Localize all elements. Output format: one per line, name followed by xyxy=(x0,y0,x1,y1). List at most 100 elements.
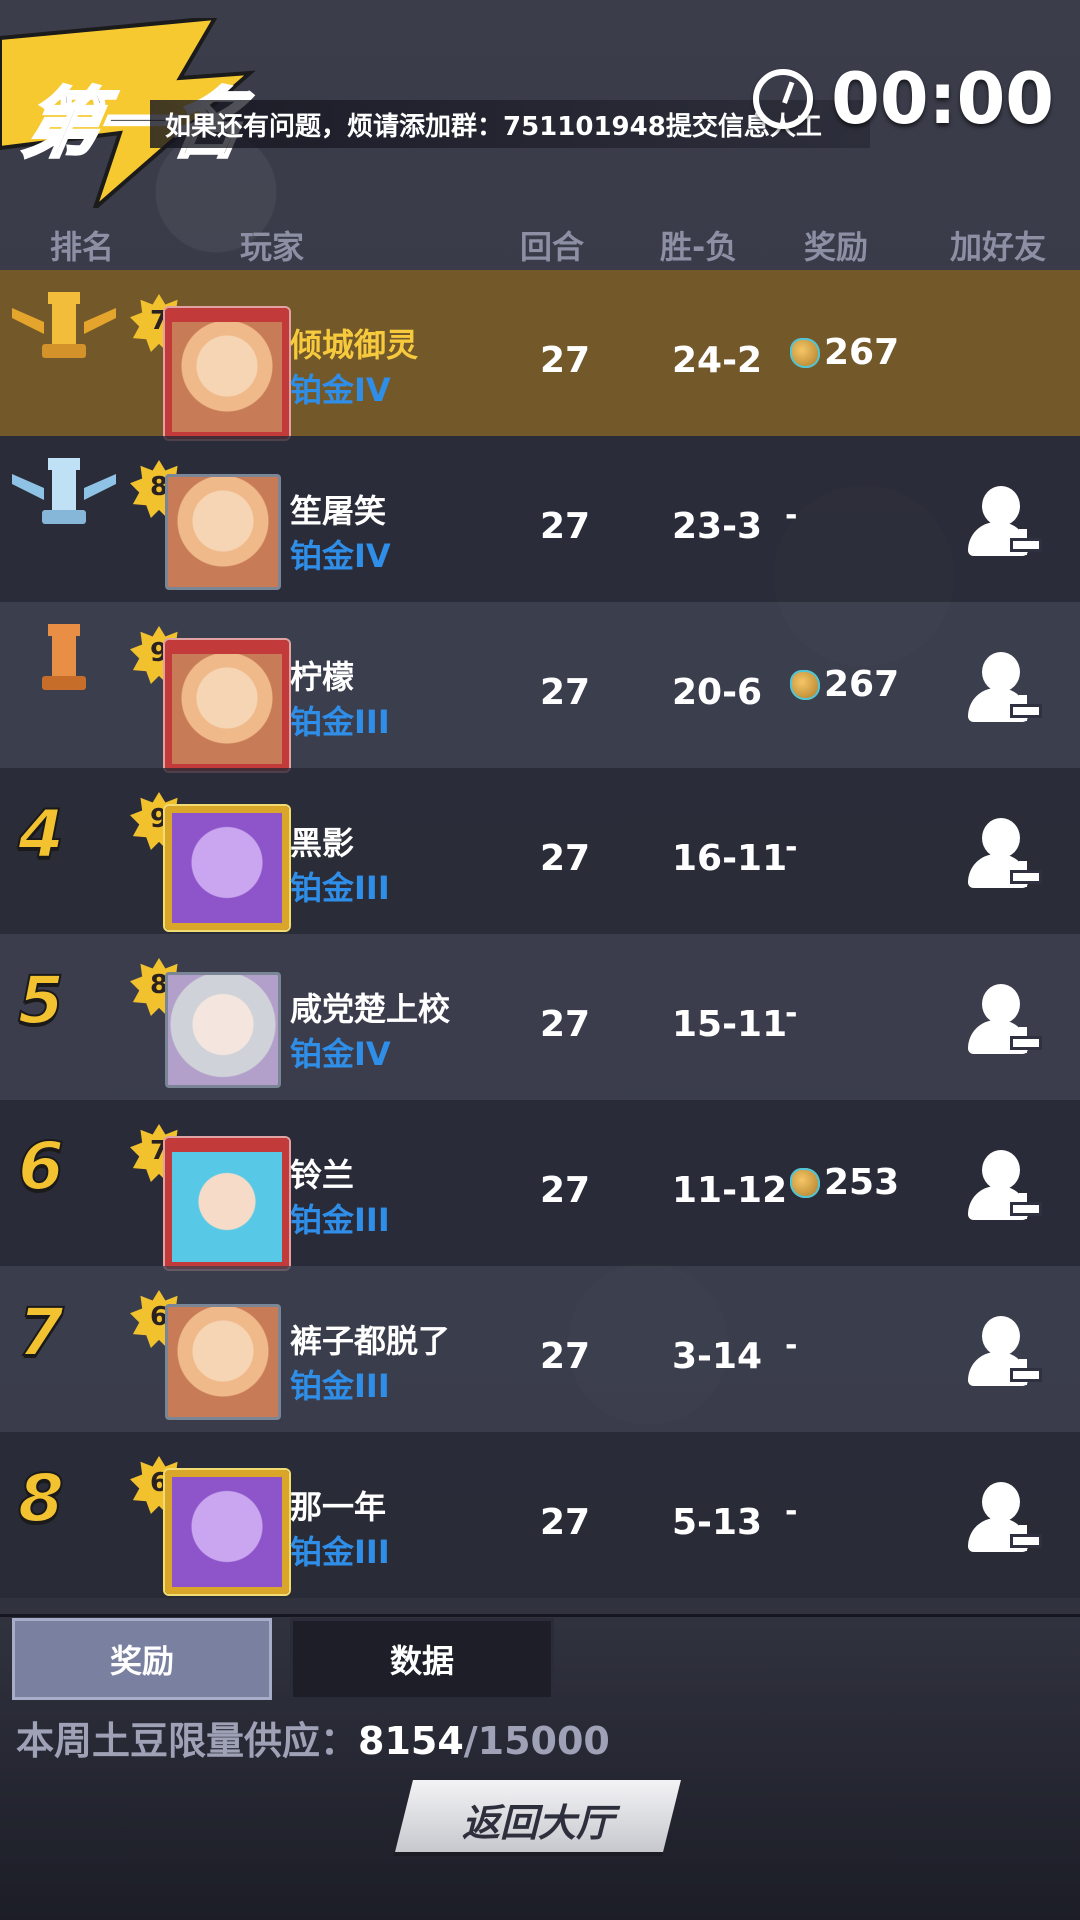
rank-number: 5 xyxy=(17,961,65,1040)
player-tier: 铂金III xyxy=(290,1533,390,1571)
reward-value: 267 xyxy=(824,664,900,705)
player-tier: 铂金IV xyxy=(290,1035,391,1073)
column-header-player: 玩家 xyxy=(240,228,305,266)
leaderboard-row: 5 8 咸党楚上校 铂金IV 27 15-11 - xyxy=(0,934,1080,1100)
timer-text: 00:00 xyxy=(831,58,1054,140)
leaderboard-row: 7 倾城御灵 铂金IV 27 24-2 267 xyxy=(0,270,1080,439)
win-loss-value: 11-12 xyxy=(672,1170,788,1211)
win-loss-value: 3-14 xyxy=(672,1336,763,1377)
reward-value: - xyxy=(785,1494,798,1529)
player-tier: 铂金III xyxy=(290,869,390,907)
player-name: 笙屠笑 xyxy=(290,492,387,530)
add-friend-button[interactable] xyxy=(968,486,1042,558)
avatar[interactable] xyxy=(165,1138,289,1269)
avatar[interactable] xyxy=(165,1304,281,1420)
add-friend-icon xyxy=(982,1482,1020,1522)
add-friend-button[interactable] xyxy=(968,1316,1042,1388)
win-loss-value: 15-11 xyxy=(672,1004,788,1045)
supply-current: 8154 xyxy=(358,1719,464,1763)
add-friend-icon xyxy=(982,984,1020,1024)
player-name: 黑影 xyxy=(290,824,355,862)
reward-value: 267 xyxy=(824,332,900,373)
column-header-win-loss: 胜-负 xyxy=(660,228,738,266)
avatar[interactable] xyxy=(165,640,289,771)
add-friend-button[interactable] xyxy=(968,984,1042,1056)
win-loss-value: 24-2 xyxy=(672,340,763,381)
player-name: 柠檬 xyxy=(290,658,355,696)
potato-icon xyxy=(790,669,820,700)
reward-value: - xyxy=(785,1328,798,1363)
player-tier: 铂金IV xyxy=(290,537,391,575)
player-name: 裤子都脱了 xyxy=(290,1322,451,1360)
reward-value: - xyxy=(785,498,798,533)
player-tier: 铂金III xyxy=(290,703,390,741)
tab-data[interactable]: 数据 xyxy=(290,1618,554,1700)
rounds-value: 27 xyxy=(540,340,591,381)
column-header-rounds: 回合 xyxy=(520,228,585,266)
silver-rook-icon xyxy=(12,458,116,524)
leaderboard-row: 4 9 黑影 铂金III 27 16-11 - xyxy=(0,768,1080,934)
rank-number: 4 xyxy=(17,795,65,874)
potato-supply: 本周土豆限量供应：8154/15000 xyxy=(16,1710,610,1765)
timer: 00:00 xyxy=(753,58,1054,140)
add-friend-button[interactable] xyxy=(968,818,1042,890)
player-name: 倾城御灵 xyxy=(290,326,419,364)
rounds-value: 27 xyxy=(540,1004,591,1045)
reward-value: 253 xyxy=(824,1162,900,1203)
add-friend-button[interactable] xyxy=(968,1150,1042,1222)
win-loss-value: 20-6 xyxy=(672,672,763,713)
add-friend-button[interactable] xyxy=(968,1482,1042,1554)
divider xyxy=(0,1614,1080,1617)
rank-number: 6 xyxy=(17,1127,65,1206)
leaderboard-row: 8 6 那一年 铂金III 27 5-13 - xyxy=(0,1432,1080,1598)
reward-cell: 253 xyxy=(790,1162,899,1203)
rounds-value: 27 xyxy=(540,838,591,879)
clock-icon xyxy=(753,69,814,129)
leaderboard-row: 7 6 裤子都脱了 铂金III 27 3-14 - xyxy=(0,1266,1080,1432)
reward-value: - xyxy=(785,996,798,1031)
add-friend-icon xyxy=(982,486,1020,526)
rounds-value: 27 xyxy=(540,672,591,713)
add-friend-icon xyxy=(982,1316,1020,1356)
rounds-value: 27 xyxy=(540,1336,591,1377)
leaderboard-row: 6 7 铃兰 铂金III 27 11-12 253 xyxy=(0,1100,1080,1269)
rounds-value: 27 xyxy=(540,1502,591,1543)
win-loss-value: 23-3 xyxy=(672,506,763,547)
avatar[interactable] xyxy=(165,308,289,439)
tab-reward[interactable]: 奖励 xyxy=(12,1618,272,1700)
column-header-reward: 奖励 xyxy=(804,228,869,266)
column-header-rank: 排名 xyxy=(50,228,115,266)
add-friend-button[interactable] xyxy=(968,652,1042,724)
add-friend-icon xyxy=(982,818,1020,858)
rounds-value: 27 xyxy=(540,1170,591,1211)
avatar[interactable] xyxy=(165,474,281,590)
player-name: 咸党楚上校 xyxy=(290,990,451,1028)
column-header-add-friend: 加好友 xyxy=(950,228,1047,266)
potato-icon xyxy=(790,1167,820,1198)
leaderboard-list: 7 倾城御灵 铂金IV 27 24-2 267 8 笙屠笑 铂金IV 27 23… xyxy=(0,270,1080,1598)
win-loss-value: 5-13 xyxy=(672,1502,763,1543)
supply-total: /15000 xyxy=(463,1719,610,1763)
potato-icon xyxy=(790,337,820,368)
add-friend-icon xyxy=(982,1150,1020,1190)
add-friend-icon xyxy=(982,652,1020,692)
rank-number: 7 xyxy=(17,1293,65,1372)
avatar[interactable] xyxy=(165,1470,289,1594)
gold-rook-icon xyxy=(12,292,116,358)
bronze-rook-icon xyxy=(42,624,86,690)
reward-cell: 267 xyxy=(790,664,899,705)
rounds-value: 27 xyxy=(540,506,591,547)
rank-number: 8 xyxy=(17,1459,65,1538)
back-to-lobby-label[interactable]: 返回大厅 xyxy=(404,1792,672,1847)
reward-value: - xyxy=(785,830,798,865)
supply-label: 本周土豆限量供应： xyxy=(16,1719,359,1763)
leaderboard-row: 8 笙屠笑 铂金IV 27 23-3 - xyxy=(0,436,1080,602)
win-loss-value: 16-11 xyxy=(672,838,788,879)
reward-cell: 267 xyxy=(790,332,899,373)
player-tier: 铂金III xyxy=(290,1367,390,1405)
player-name: 那一年 xyxy=(290,1488,387,1526)
avatar[interactable] xyxy=(165,806,289,930)
player-tier: 铂金IV xyxy=(290,371,391,409)
avatar[interactable] xyxy=(165,972,281,1088)
player-tier: 铂金III xyxy=(290,1201,390,1239)
